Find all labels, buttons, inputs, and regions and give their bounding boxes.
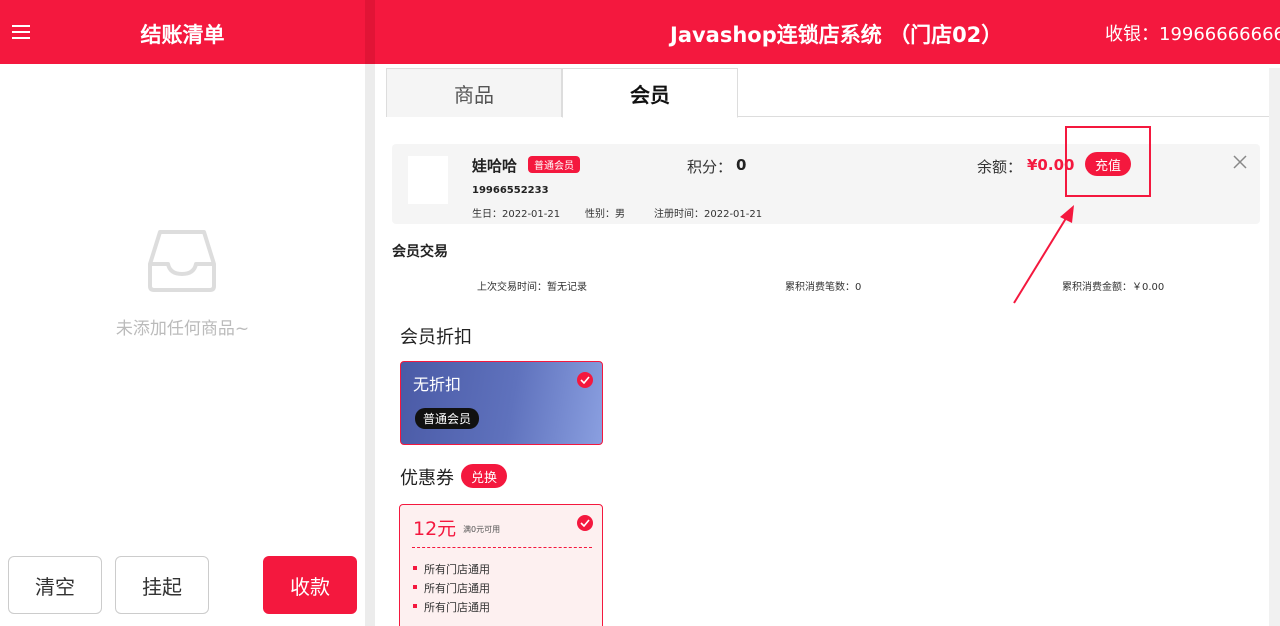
checkout-panel: 结账清单 未添加任何商品~ 清空 挂起 收款 [0,0,365,626]
member-birthday: 生日：2022-01-21 [472,209,561,220]
points-label: 积分： [687,158,733,176]
close-icon[interactable] [1232,154,1248,170]
member-gender: 性别：男 [585,209,625,220]
panel-divider [365,0,375,626]
pay-button[interactable]: 收款 [263,556,357,614]
member-phone: 19966552233 [472,185,549,196]
checkout-title: 结账清单 [140,23,225,47]
balance-label: 余额： [977,158,1023,176]
member-name: 娃哈哈 [472,157,518,175]
empty-inbox-icon [148,230,216,292]
checkout-header: 结账清单 [0,0,365,64]
list-item: 所有门店通用 [413,563,490,576]
tab-goods[interactable]: 商品 [386,68,562,117]
hold-button[interactable]: 挂起 [115,556,209,614]
checkmark-icon [577,372,593,388]
annotation-highlight-box [1065,126,1151,197]
empty-cart-text: 未添加任何商品~ [115,319,250,339]
header-divider [365,0,375,64]
system-title: Javashop连锁店系统 （门店02） [670,23,1003,47]
coupon-section-title: 优惠券 [400,468,454,489]
member-register-time: 注册时间：2022-01-21 [654,209,763,220]
avatar [408,156,448,204]
list-item: 所有门店通用 [413,601,490,614]
discount-card[interactable]: 无折扣 普通会员 [400,361,603,445]
trade-section-title: 会员交易 [392,244,448,260]
discount-level-tag: 普通会员 [415,408,480,429]
member-level-badge: 普通会员 [528,156,580,173]
total-trade-amount: 累积消费金额：￥0.00 [1062,282,1165,293]
list-item: 所有门店通用 [413,582,490,595]
cashier-info: 收银：19966666666 [1105,24,1280,45]
scrollbar[interactable] [1269,68,1280,626]
tab-member[interactable]: 会员 [562,68,738,118]
total-trade-count: 累积消费笔数：0 [785,282,862,293]
checkmark-icon [577,515,593,531]
coupon-condition: 满0元可用 [463,525,501,534]
coupon-divider [412,547,592,548]
discount-section-title: 会员折扣 [400,327,472,348]
coupon-card[interactable]: 12元 满0元可用 所有门店通用 所有门店通用 所有门店通用 [399,504,603,626]
discount-name: 无折扣 [413,375,462,394]
clear-button[interactable]: 清空 [8,556,102,614]
tab-bar: 商品 会员 [386,68,1269,118]
points-value: 0 [736,156,747,174]
last-trade-time: 上次交易时间：暂无记录 [477,282,587,293]
pos-screen: 结账清单 未添加任何商品~ 清空 挂起 收款 Javashop连锁店系统 （门店… [0,0,1280,626]
app-header: Javashop连锁店系统 （门店02） 收银：19966666666 [375,0,1280,64]
coupon-amount: 12元 [413,518,457,540]
redeem-button[interactable]: 兑换 [461,464,507,488]
